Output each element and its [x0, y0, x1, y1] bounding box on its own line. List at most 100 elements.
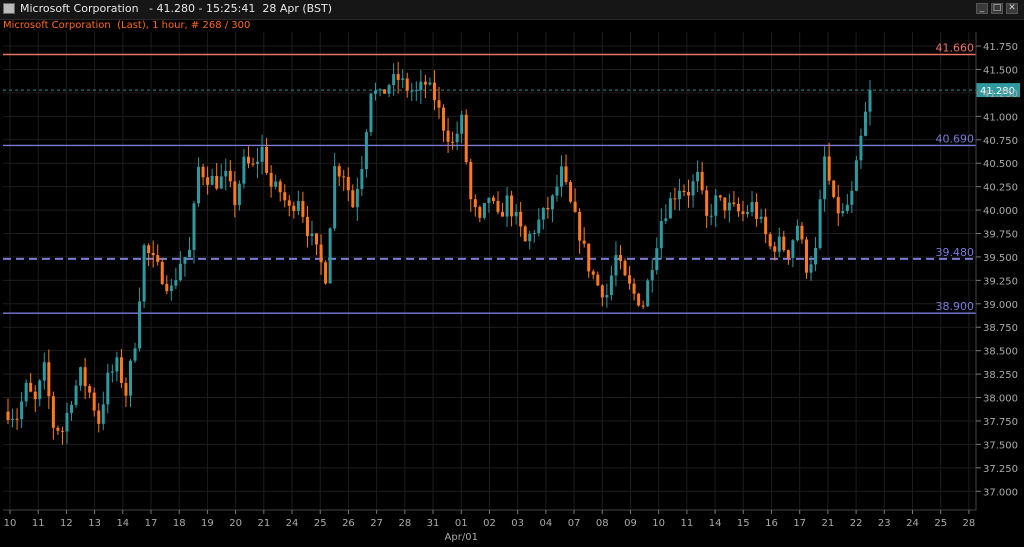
candle-body: [460, 114, 464, 134]
x-tick-label: 17: [145, 518, 158, 529]
candle-body: [228, 170, 232, 182]
candlesticks: [6, 62, 872, 445]
candle-body: [455, 133, 459, 143]
candle-body: [596, 274, 600, 286]
candle-body: [160, 261, 164, 284]
candle-body: [523, 226, 527, 242]
y-tick-label: 39.500: [983, 253, 1018, 264]
candle-body: [183, 257, 187, 264]
candle-body: [296, 201, 300, 212]
candle-body: [718, 195, 722, 198]
x-tick-label: 09: [624, 518, 637, 529]
candle-body: [618, 255, 622, 261]
candle-body: [487, 197, 491, 203]
y-tick-label: 39.250: [983, 276, 1018, 287]
candle-body: [768, 234, 772, 247]
candle-body: [178, 263, 182, 281]
x-tick-label: 11: [32, 518, 45, 529]
x-tick-label: 17: [793, 518, 806, 529]
x-tick-label: 04: [539, 518, 552, 529]
candle-body: [519, 211, 523, 227]
candle-body: [446, 130, 450, 142]
candle-body: [637, 293, 641, 306]
y-tick-label: 40.250: [983, 183, 1018, 194]
candle-body: [746, 212, 750, 215]
candle-body: [559, 166, 563, 187]
candle-body: [165, 283, 169, 292]
candle-body: [569, 182, 573, 202]
candle-body: [310, 233, 314, 236]
x-tick-label: 02: [483, 518, 496, 529]
candle-body: [360, 169, 364, 189]
candle-body: [283, 192, 287, 201]
candle-body: [841, 210, 845, 214]
candle-body: [392, 74, 396, 86]
candle-body: [224, 170, 228, 177]
candle-body: [491, 197, 495, 202]
candle-body: [292, 205, 296, 212]
price-chart[interactable]: 41.66040.69039.48038.90041.280 37.00037.…: [0, 0, 1024, 547]
candle-body: [305, 216, 309, 236]
candle-body: [818, 199, 822, 248]
candle-body: [759, 216, 763, 219]
candle-body: [60, 430, 64, 432]
candle-body: [723, 197, 727, 211]
x-tick-label: 16: [765, 518, 778, 529]
candle-body: [197, 166, 201, 204]
chart-grid: [3, 32, 976, 510]
x-tick-label: 21: [822, 518, 835, 529]
candle-body: [437, 100, 441, 108]
candle-body: [337, 166, 341, 177]
candle-body: [24, 382, 28, 402]
candle-body: [233, 181, 237, 205]
candle-body: [814, 247, 818, 265]
candle-body: [101, 404, 105, 424]
candle-body: [83, 367, 87, 387]
y-tick-label: 39.750: [983, 230, 1018, 241]
candle-body: [555, 186, 559, 196]
level-label: 39.480: [936, 246, 975, 259]
candle-body: [156, 255, 160, 262]
y-axis: 37.000 37.250 37.500 37.750 38.000 38.250 38.5…: [975, 32, 1018, 510]
candle-body: [641, 305, 645, 307]
candle-body: [206, 177, 210, 185]
candle-body: [795, 225, 799, 241]
candle-body: [832, 180, 836, 198]
candle-body: [827, 156, 831, 181]
candle-body: [351, 190, 355, 208]
candle-body: [142, 245, 146, 302]
candle-body: [133, 348, 137, 361]
x-tick-label: 14: [709, 518, 722, 529]
candle-body: [854, 160, 858, 191]
candle-body: [174, 280, 178, 286]
candle-body: [51, 396, 55, 428]
candle-body: [514, 211, 518, 217]
candle-body: [319, 244, 323, 263]
candle-body: [128, 360, 132, 396]
candle-body: [192, 203, 196, 250]
x-tick-label: 22: [850, 518, 863, 529]
candle-body: [605, 294, 609, 298]
level-label: 40.690: [936, 132, 975, 145]
candle-body: [587, 243, 591, 272]
candle-body: [473, 199, 477, 207]
candle-body: [383, 89, 387, 94]
candle-body: [110, 371, 114, 373]
x-tick-label: 25: [314, 518, 327, 529]
x-tick-label: 15: [737, 518, 750, 529]
candle-body: [741, 211, 745, 215]
candle-body: [373, 90, 377, 94]
candle-body: [845, 204, 849, 211]
x-tick-label: 18: [173, 518, 186, 529]
x-tick-label: 28: [398, 518, 411, 529]
candle-body: [423, 81, 427, 85]
y-tick-label: 40.000: [983, 206, 1018, 217]
candle-body: [537, 219, 541, 234]
candle-body: [364, 132, 368, 170]
candle-body: [151, 253, 155, 256]
candle-body: [88, 386, 92, 393]
candle-body: [836, 197, 840, 214]
candle-body: [38, 380, 42, 400]
x-tick-label: 01: [455, 518, 468, 529]
x-tick-label: 11: [681, 518, 694, 529]
